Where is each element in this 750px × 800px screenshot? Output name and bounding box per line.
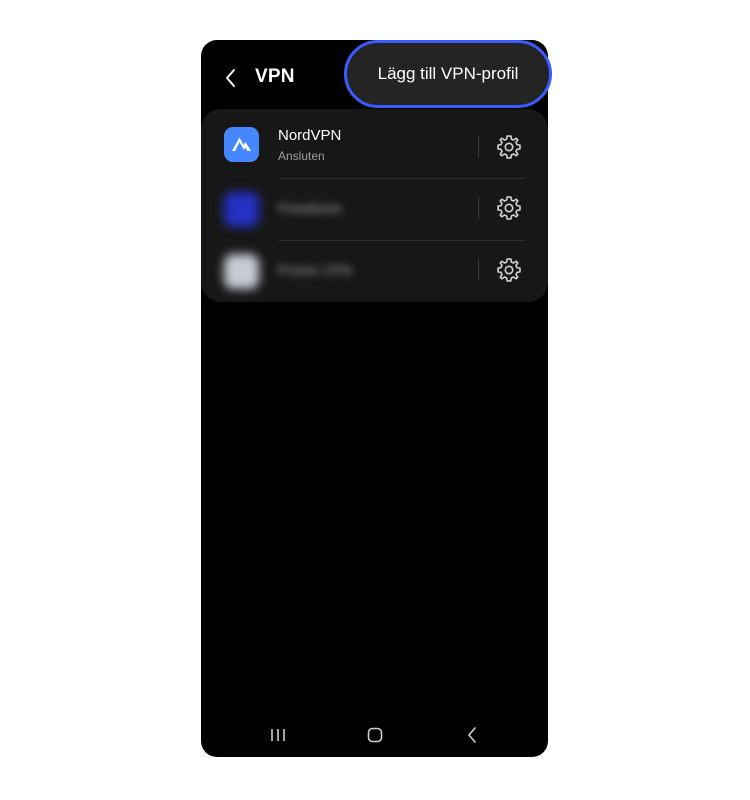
vertical-divider xyxy=(478,197,479,219)
gear-icon[interactable] xyxy=(495,256,523,284)
chevron-left-icon xyxy=(226,69,235,87)
vpn-item-proton[interactable]: Proton VPN xyxy=(201,241,548,301)
vertical-divider xyxy=(478,136,479,158)
add-vpn-profile-button[interactable]: Lägg till VPN-profil xyxy=(344,40,552,108)
recents-button[interactable] xyxy=(248,720,308,750)
nordvpn-logo-icon xyxy=(224,127,259,162)
vpn-item-name: Proton VPN xyxy=(278,262,352,278)
vertical-divider xyxy=(478,259,479,281)
back-icon xyxy=(468,727,476,743)
home-button[interactable] xyxy=(345,720,405,750)
vpn-item-nordvpn[interactable]: NordVPN Ansluten xyxy=(201,113,548,177)
nav-back-button[interactable] xyxy=(442,720,502,750)
vpn-item-name: Freedome xyxy=(278,200,342,216)
app-icon xyxy=(224,254,259,289)
phone-screen: VPN NordVPN Ansluten Freedome Proton VPN xyxy=(201,40,548,757)
app-icon xyxy=(224,192,259,227)
vpn-item-status: Ansluten xyxy=(278,149,325,163)
recents-icon xyxy=(271,729,285,741)
gear-icon[interactable] xyxy=(495,194,523,222)
vpn-item-freedome[interactable]: Freedome xyxy=(201,179,548,239)
system-navigation-bar xyxy=(201,720,548,757)
vpn-item-name: NordVPN xyxy=(278,127,342,144)
back-button[interactable] xyxy=(219,64,243,92)
gear-icon[interactable] xyxy=(495,133,523,161)
vpn-list-card: NordVPN Ansluten Freedome Proton VPN xyxy=(201,109,548,302)
home-icon xyxy=(367,727,383,743)
page-title: VPN xyxy=(255,66,295,87)
